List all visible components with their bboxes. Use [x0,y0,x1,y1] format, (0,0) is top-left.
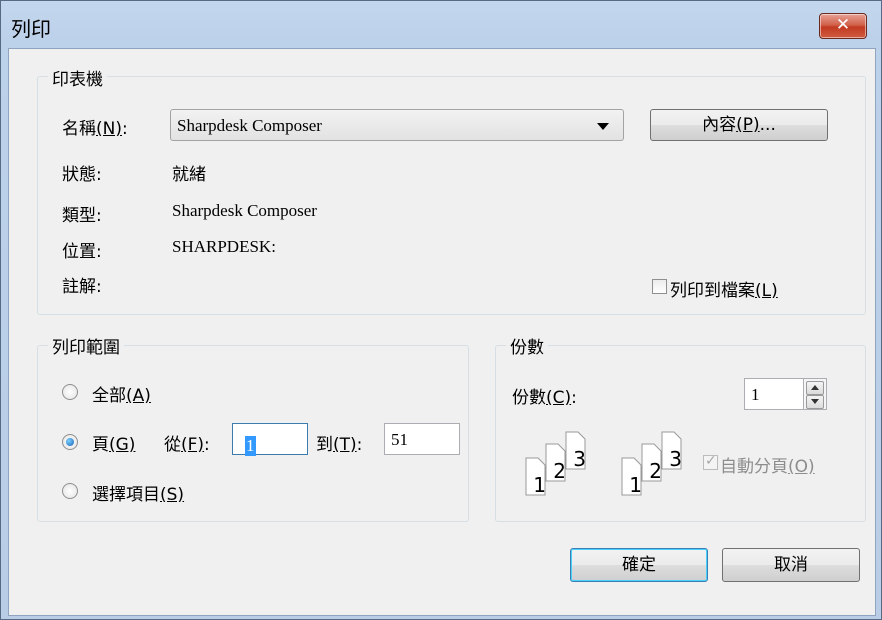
to-page-value: 51 [391,430,408,449]
chevron-down-icon [597,123,609,130]
to-label: 到(T): [316,435,363,455]
collate-stack2-page2: 2 [649,459,662,483]
range-selection-label[interactable]: 選擇項目(S) [92,480,184,505]
collate-checkbox[interactable]: ✓ [703,453,718,470]
status-value: 就緒 [172,165,206,185]
range-all-label[interactable]: 全部(A) [92,381,151,406]
ok-button[interactable]: 確定 [570,548,708,582]
location-value: SHARPDESK: [172,237,276,256]
collate-label[interactable]: 自動分頁(O) [720,452,815,477]
from-page-input[interactable]: 1 [232,423,308,456]
close-button[interactable]: ✕ [819,13,867,39]
collate-pages-icon: 3 2 1 3 2 1 [525,431,682,497]
type-label: 類型: [62,206,102,226]
spin-down-button[interactable] [806,395,824,409]
type-value: Sharpdesk Composer [172,201,317,220]
checkmark-icon: ✓ [705,453,717,469]
range-pages-radio[interactable] [62,434,78,450]
copies-value: 1 [751,385,760,404]
copies-label: 份數(C): [512,388,577,408]
spin-up-button[interactable] [806,381,824,395]
copies-input[interactable]: 1 [744,378,804,410]
range-pages-label[interactable]: 頁(G) [92,430,135,455]
collate-stack1-page3: 3 [573,447,586,471]
location-label: 位置: [62,242,102,262]
close-icon: ✕ [835,15,851,35]
range-all-radio[interactable] [62,384,78,400]
copies-spinner[interactable] [803,378,827,410]
range-selection-radio[interactable] [62,483,78,499]
title-bar[interactable]: 列印 ✕ [1,1,881,49]
copies-group-label: 份數 [506,333,548,358]
collate-stack2-page3: 3 [669,447,682,471]
printer-name-dropdown[interactable]: Sharpdesk Composer [170,109,624,141]
print-to-file-label[interactable]: 列印到檔案(L) [670,276,778,301]
collate-stack2-page1: 1 [629,473,642,497]
from-label: 從(F): [164,435,210,455]
comment-label: 註解: [62,277,102,297]
arrow-up-icon [811,385,819,390]
radio-selected-dot [66,438,74,446]
print-to-file-checkbox[interactable] [652,279,667,294]
printer-name-label: 名稱(N): [62,119,128,139]
collate-stack1-page1: 1 [533,473,546,497]
status-label: 狀態: [62,165,102,185]
from-page-value: 1 [245,436,256,456]
cancel-button[interactable]: 取消 [722,548,860,582]
collate-stack1-page2: 2 [553,459,566,483]
printer-group-label: 印表機 [48,65,107,90]
arrow-down-icon [811,399,819,404]
print-range-group-label: 列印範圍 [48,333,124,358]
properties-button[interactable]: 內容(P)... [650,109,828,141]
window-title: 列印 [11,17,51,41]
printer-name-value: Sharpdesk Composer [177,116,322,135]
to-page-input[interactable]: 51 [384,423,460,455]
